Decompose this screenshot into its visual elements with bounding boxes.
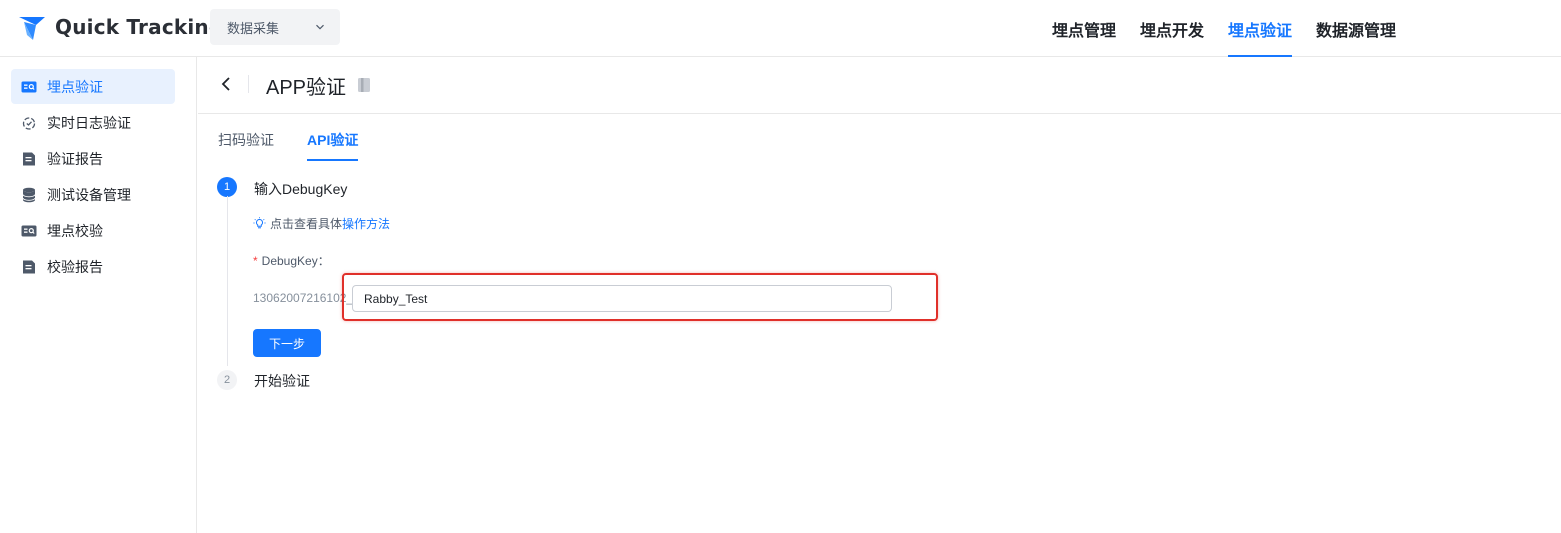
step-2-number: 2 — [217, 370, 237, 390]
top-nav-item-tracking-verification[interactable]: 埋点验证 — [1228, 0, 1293, 57]
card-search-icon — [21, 79, 37, 95]
card-search-icon — [21, 223, 37, 239]
top-nav-item-tracking-management[interactable]: 埋点管理 — [1052, 0, 1116, 57]
top-nav-item-tracking-development[interactable]: 埋点开发 — [1140, 0, 1204, 57]
tab-bar: 扫码验证 API验证 — [218, 127, 391, 161]
sidebar-item-label: 埋点校验 — [47, 222, 103, 239]
app-title: Quick Tracking — [55, 15, 224, 39]
tab-api-verify[interactable]: API验证 — [307, 127, 359, 161]
chevron-left-icon — [221, 77, 230, 91]
debugkey-label: * DebugKey： — [253, 252, 330, 269]
debugkey-label-text: DebugKey： — [261, 254, 330, 268]
top-nav-item-datasource-management[interactable]: 数据源管理 — [1316, 0, 1396, 57]
report-icon — [21, 259, 37, 275]
next-step-button[interactable]: 下一步 — [253, 329, 321, 357]
app-logo[interactable]: Quick Tracking — [16, 10, 223, 44]
sidebar-item-check-report[interactable]: 校验报告 — [11, 249, 175, 284]
project-select[interactable]: 数据采集 — [210, 9, 340, 45]
sidebar-item-tracking-check[interactable]: 埋点校验 — [11, 213, 175, 248]
realtime-log-icon — [21, 115, 37, 131]
hint-text: 点击查看具体 — [270, 217, 343, 231]
step-1-title: 输入DebugKey — [254, 181, 348, 197]
sidebar-item-realtime-log[interactable]: 实时日志验证 — [11, 105, 175, 140]
debugkey-input[interactable] — [352, 285, 892, 312]
required-mark: * — [253, 254, 258, 268]
sidebar: 埋点验证 实时日志验证 验证报告 测试设备管理 埋点校验 校验报告 — [0, 57, 197, 533]
back-button[interactable] — [215, 73, 237, 95]
database-icon — [21, 187, 37, 203]
project-select-value: 数据采集 — [227, 20, 280, 36]
step-1-number: 1 — [217, 177, 237, 197]
debugkey-prefix: 13062007216102_ — [253, 291, 354, 305]
step-connector-line — [227, 196, 228, 366]
step-2-title: 开始验证 — [254, 373, 310, 389]
sidebar-item-test-device[interactable]: 测试设备管理 — [11, 177, 175, 212]
page-title: APP验证 — [266, 77, 347, 99]
help-hint: 点击查看具体 操作方法 — [253, 215, 390, 232]
sidebar-item-label: 校验报告 — [47, 258, 103, 275]
sidebar-item-label: 实时日志验证 — [47, 114, 131, 131]
top-bar: Quick Tracking 数据采集 埋点管理 埋点开发 埋点验证 数据源管理 — [0, 0, 1561, 57]
sidebar-item-verification-report[interactable]: 验证报告 — [11, 141, 175, 176]
lightbulb-icon — [253, 217, 266, 229]
sidebar-item-label: 埋点验证 — [47, 78, 103, 95]
chevron-down-icon — [316, 24, 324, 30]
quick-tracking-logo-icon — [19, 17, 45, 40]
header-divider — [248, 75, 249, 93]
sidebar-item-label: 验证报告 — [47, 150, 103, 167]
tab-scan-verify[interactable]: 扫码验证 — [218, 127, 274, 161]
sidebar-item-tracking-verification[interactable]: 埋点验证 — [11, 69, 175, 104]
operation-method-link[interactable]: 操作方法 — [342, 215, 390, 232]
report-icon — [21, 151, 37, 167]
sidebar-item-label: 测试设备管理 — [47, 186, 131, 203]
top-nav: 埋点管理 埋点开发 埋点验证 数据源管理 — [1040, 0, 1408, 57]
page-header: APP验证 — [198, 57, 1561, 114]
book-icon[interactable] — [357, 77, 371, 93]
